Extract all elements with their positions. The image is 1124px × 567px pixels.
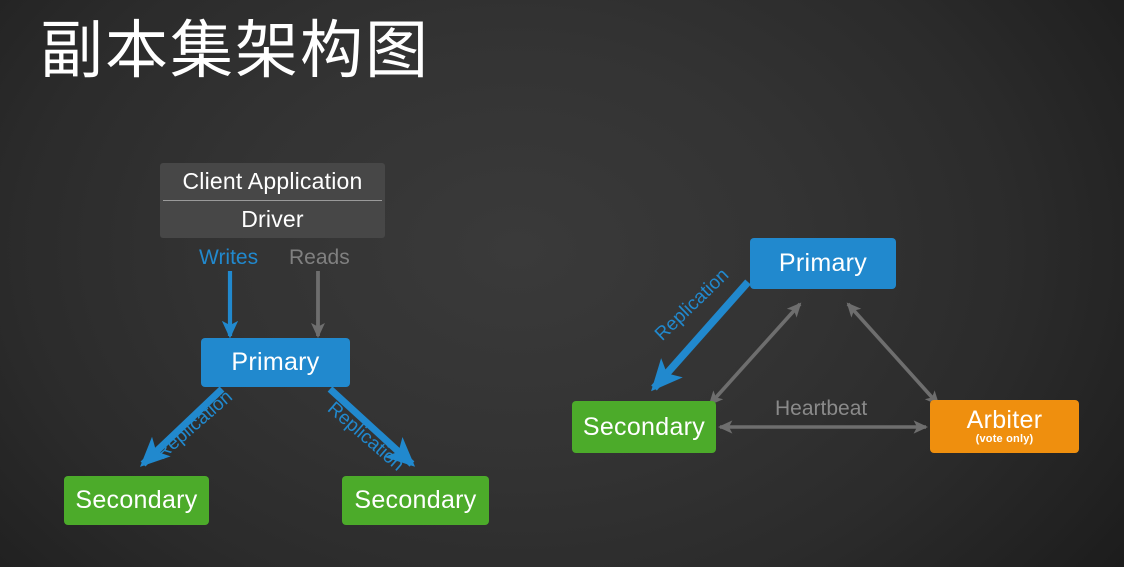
left-secondary-node-2[interactable]: Secondary [342, 476, 489, 525]
right-secondary-label: Secondary [582, 412, 706, 441]
client-application-box[interactable]: Client Application Driver [160, 163, 385, 238]
right-primary-node[interactable]: Primary [750, 238, 896, 289]
right-secondary-node[interactable]: Secondary [572, 401, 716, 453]
arbiter-node[interactable]: Arbiter (vote only) [930, 400, 1079, 453]
heartbeat-label: Heartbeat [775, 397, 868, 420]
reads-label: Reads [289, 246, 350, 269]
left-primary-label: Primary [231, 348, 320, 376]
driver-label: Driver [241, 206, 304, 232]
left-replication-label-2: Replication [323, 398, 408, 476]
arbiter-label: Arbiter [966, 406, 1043, 435]
heartbeat-arrow-secondary-primary [708, 302, 802, 406]
left-secondary-label-2: Secondary [354, 486, 477, 514]
slide-canvas: 副本集架构图 Client Application Driver Writes … [0, 0, 1124, 567]
client-application-label: Client Application [182, 168, 363, 194]
left-secondary-label-1: Secondary [75, 486, 198, 514]
writes-label: Writes [199, 246, 259, 269]
left-replication-label-1: Replication [152, 386, 237, 464]
right-replication-label: Replication [651, 264, 734, 346]
page-title: 副本集架构图 [40, 16, 430, 86]
left-secondary-node-1[interactable]: Secondary [64, 476, 209, 525]
right-primary-label: Primary [778, 249, 868, 277]
arbiter-sublabel: (vote only) [975, 433, 1034, 446]
heartbeat-arrow-primary-arbiter [846, 302, 940, 406]
left-primary-node[interactable]: Primary [201, 338, 350, 387]
